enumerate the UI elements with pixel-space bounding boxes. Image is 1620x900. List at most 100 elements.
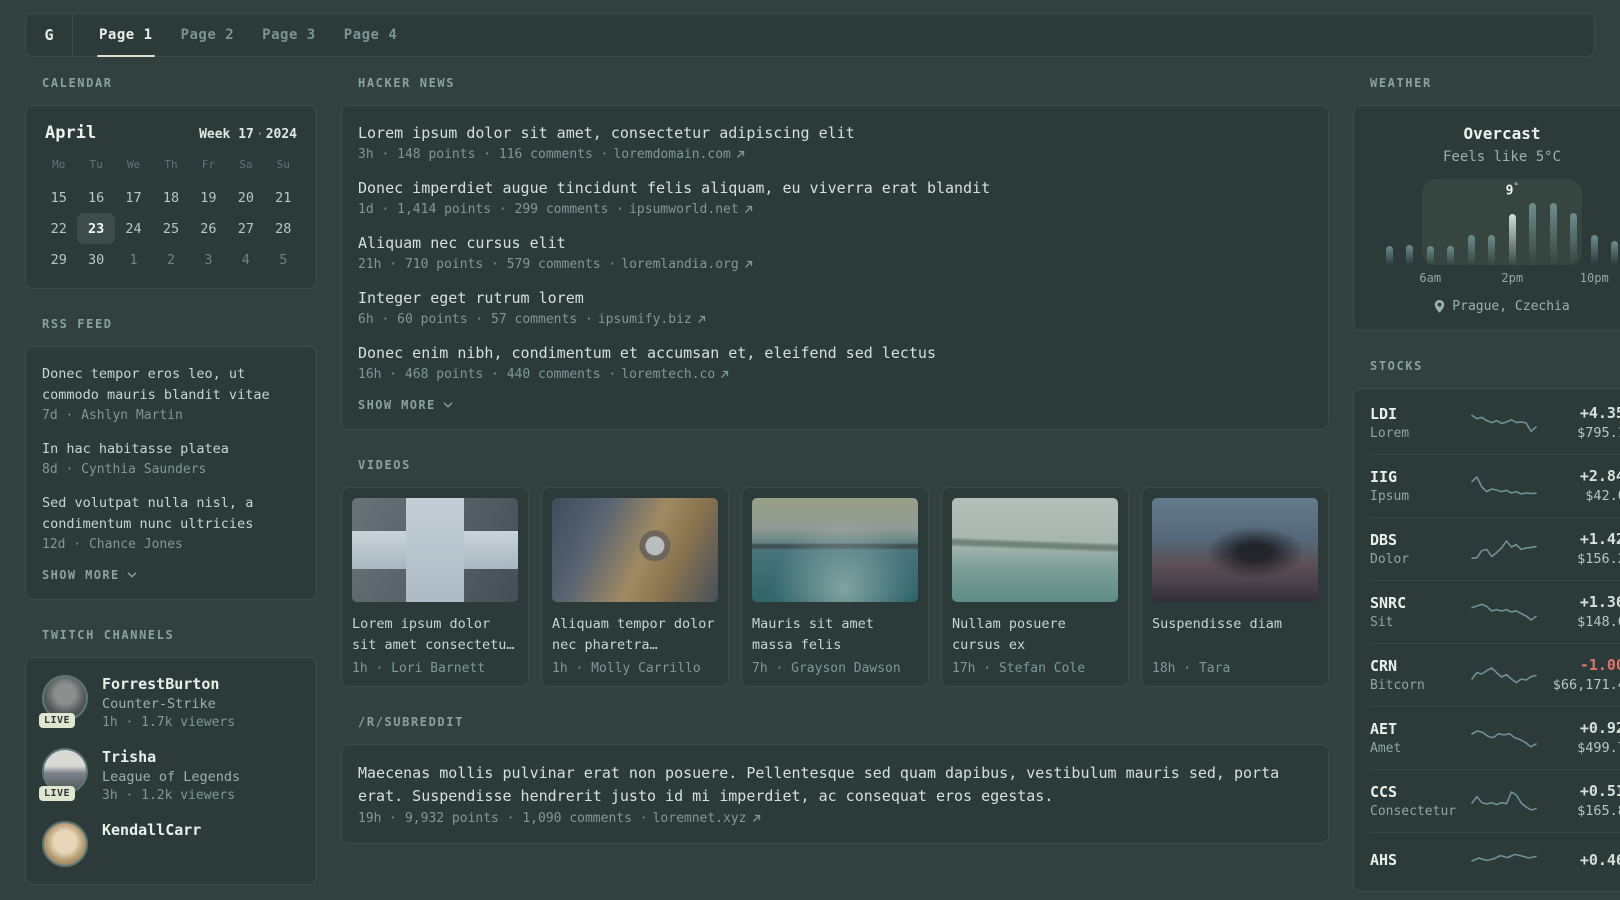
twitch-channel-name[interactable]: KendallCarr — [102, 821, 201, 839]
live-badge: LIVE — [39, 713, 76, 728]
nav-tab-page-3[interactable]: Page 3 — [248, 14, 330, 56]
video-title[interactable]: Lorem ipsum dolor sit amet consectetu… — [352, 614, 518, 656]
stock-row[interactable]: AET Amet +0.92% $499.72 — [1370, 707, 1620, 770]
calendar-day[interactable]: 19 — [190, 182, 227, 213]
subreddit-card: Maecenas mollis pulvinar erat non posuer… — [341, 744, 1329, 844]
hn-item: Donec imperdiet augue tincidunt felis al… — [358, 178, 1312, 217]
video-thumbnail[interactable] — [552, 498, 718, 602]
show-more-button[interactable]: SHOW MORE — [42, 568, 300, 582]
calendar-day[interactable]: 25 — [152, 213, 189, 244]
video-title[interactable]: Mauris sit amet massa felis — [752, 614, 918, 656]
hn-item-title[interactable]: Aliquam nec cursus elit — [358, 233, 1312, 254]
stock-row[interactable]: IIG Ipsum +2.84% $42.04 — [1370, 455, 1620, 518]
video-thumbnail[interactable] — [752, 498, 918, 602]
twitch-channel-name[interactable]: ForrestBurton — [102, 675, 235, 693]
video-card[interactable]: Lorem ipsum dolor sit amet consectetu… 1h… — [341, 487, 529, 687]
video-card[interactable]: Aliquam tempor dolor nec pharetra… 1h · M… — [541, 487, 729, 687]
twitch-card: LIVE ForrestBurton Counter-Strike 1h · 1.7k… — [25, 657, 317, 885]
hn-item-stats: 16h · 468 points · 440 comments · — [358, 367, 617, 382]
stock-identity: AHS — [1370, 851, 1466, 869]
show-more-button[interactable]: SHOW MORE — [358, 398, 1312, 412]
middle-column: HACKER NEWS Lorem ipsum dolor sit amet, … — [341, 76, 1329, 872]
avatar[interactable] — [42, 821, 88, 867]
calendar-day[interactable]: 27 — [227, 213, 264, 244]
nav-tab-page-4[interactable]: Page 4 — [330, 14, 412, 56]
hn-item-title[interactable]: Lorem ipsum dolor sit amet, consectetur … — [358, 123, 1312, 144]
video-card[interactable]: Nullam posuere cursus ex 17h · Stefan Col… — [941, 487, 1129, 687]
show-more-label: SHOW MORE — [42, 568, 120, 582]
weather-bar-slot — [1400, 203, 1421, 265]
stock-row[interactable]: SNRC Sit +1.36% $148.64 — [1370, 581, 1620, 644]
hn-item: Aliquam nec cursus elit 21h · 710 points … — [358, 233, 1312, 272]
calendar-day[interactable]: 20 — [227, 182, 264, 213]
weather-bar — [1488, 235, 1496, 265]
calendar-day[interactable]: 22 — [40, 213, 77, 244]
stock-values: +0.92% $499.72 — [1542, 719, 1620, 756]
hn-item-domain[interactable]: ipsumworld.net — [629, 202, 739, 217]
calendar-day[interactable]: 26 — [190, 213, 227, 244]
stock-price: $66,171.48 — [1552, 677, 1620, 693]
stock-symbol: IIG — [1370, 467, 1398, 486]
calendar-day[interactable]: 24 — [115, 213, 152, 244]
hn-item-title[interactable]: Donec imperdiet augue tincidunt felis al… — [358, 178, 1312, 199]
twitch-avatar-wrap: LIVE — [39, 675, 88, 728]
hn-item-stats: 3h · 148 points · 116 comments · — [358, 147, 609, 162]
video-thumbnail[interactable] — [952, 498, 1118, 602]
rss-item-title[interactable]: Donec tempor eros leo, ut commodo mauris… — [42, 364, 300, 406]
hn-item-domain[interactable]: loremlandia.org — [621, 257, 738, 272]
calendar-day[interactable]: 29 — [40, 244, 77, 275]
video-title[interactable]: Nullam posuere cursus ex — [952, 614, 1118, 656]
calendar-day[interactable]: 4 — [227, 244, 264, 275]
videos-carousel[interactable]: Lorem ipsum dolor sit amet consectetu… 1h… — [341, 487, 1329, 687]
calendar-day[interactable]: 15 — [40, 182, 77, 213]
nav-tab-page-2[interactable]: Page 2 — [167, 14, 249, 56]
weather-bar — [1385, 246, 1393, 265]
stock-row[interactable]: DBS Dolor +1.42% $156.28 — [1370, 518, 1620, 581]
weather-bar — [1426, 246, 1434, 265]
twitch-avatar-wrap: LIVE — [39, 748, 88, 801]
app-logo[interactable]: G — [26, 14, 73, 56]
stock-symbol: DBS — [1370, 530, 1398, 549]
calendar-day[interactable]: 1 — [115, 244, 152, 275]
calendar-day[interactable]: 18 — [152, 182, 189, 213]
hn-item-title[interactable]: Integer eget rutrum lorem — [358, 288, 1312, 309]
calendar-day-selected[interactable]: 23 — [77, 213, 115, 244]
nav-tab-page-1[interactable]: Page 1 — [85, 14, 167, 57]
stock-symbol: SNRC — [1370, 593, 1407, 612]
rss-item-title[interactable]: Sed volutpat nulla nisl, a condimentum n… — [42, 493, 300, 535]
stock-name: Lorem — [1370, 425, 1410, 441]
calendar-day[interactable]: 30 — [77, 244, 114, 275]
video-thumbnail[interactable] — [352, 498, 518, 602]
stock-row[interactable]: LDI Lorem +4.35% $795.18 — [1370, 392, 1620, 455]
calendar-day[interactable]: 2 — [152, 244, 189, 275]
reddit-post-meta: 19h · 9,932 points · 1,090 comments · lor… — [358, 811, 1312, 826]
stock-row[interactable]: CCS Consectetur +0.51% $165.84 — [1370, 770, 1620, 833]
calendar-day[interactable]: 28 — [265, 213, 302, 244]
stock-row[interactable]: CRN Bitcorn -1.00% $66,171.48 — [1370, 644, 1620, 707]
video-thumbnail[interactable] — [1152, 498, 1318, 602]
video-title[interactable]: Aliquam tempor dolor nec pharetra… — [552, 614, 718, 656]
hn-item-stats: 1d · 1,414 points · 299 comments · — [358, 202, 625, 217]
twitch-section: TWITCH CHANNELS LIVE ForrestBurton Counter… — [25, 628, 317, 885]
video-card[interactable]: Mauris sit amet massa felis 7h · Grayson … — [741, 487, 929, 687]
hn-item-domain[interactable]: ipsumify.biz — [598, 312, 692, 327]
video-card[interactable]: Suspendisse diam 18h · Tara — [1141, 487, 1329, 687]
stock-sparkline — [1466, 723, 1542, 753]
hn-item-domain[interactable]: loremdomain.com — [613, 147, 730, 162]
hn-item-domain[interactable]: loremtech.co — [621, 367, 715, 382]
video-title[interactable]: Suspendisse diam — [1152, 614, 1318, 656]
calendar-day[interactable]: 5 — [265, 244, 302, 275]
video-meta: 1h · Lori Barnett — [352, 661, 486, 676]
calendar-day[interactable]: 16 — [77, 182, 114, 213]
hn-item: Donec enim nibh, condimentum et accumsan… — [358, 343, 1312, 382]
calendar-day[interactable]: 21 — [265, 182, 302, 213]
stock-row[interactable]: AHS +0.46% — [1370, 833, 1620, 888]
reddit-post-domain[interactable]: loremnet.xyz — [653, 811, 747, 826]
calendar-day[interactable]: 3 — [190, 244, 227, 275]
rss-item-title[interactable]: In hac habitasse platea — [42, 439, 300, 460]
reddit-post-title[interactable]: Maecenas mollis pulvinar erat non posuer… — [358, 762, 1312, 808]
hn-item-title[interactable]: Donec enim nibh, condimentum et accumsan… — [358, 343, 1312, 364]
stock-change: +2.84% — [1579, 467, 1620, 485]
calendar-day[interactable]: 17 — [115, 182, 152, 213]
twitch-channel-name[interactable]: Trisha — [102, 748, 240, 766]
